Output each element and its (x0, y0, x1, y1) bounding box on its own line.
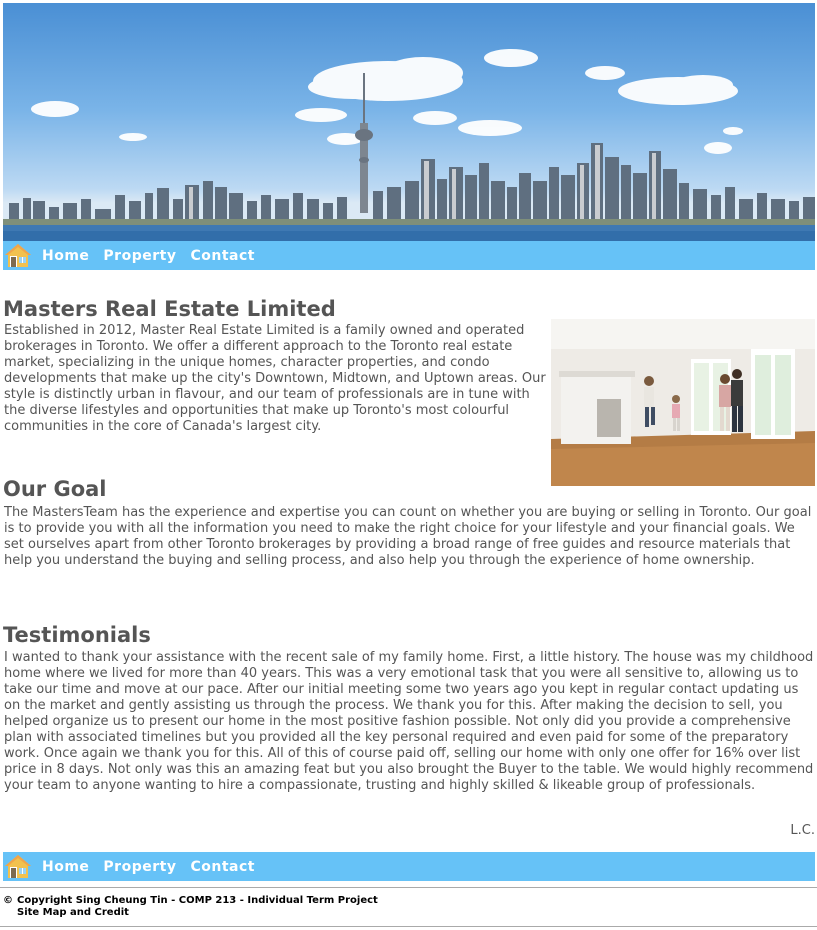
copyright-text: Copyright Sing Cheung Tin - COMP 213 - I… (17, 895, 378, 906)
goal-heading: Our Goal (3, 477, 107, 501)
footer-sitemap-link[interactable]: Site Map and Credit (17, 907, 817, 919)
family-photo (551, 319, 815, 486)
nav-link-property[interactable]: Property (103, 859, 176, 875)
page-title: Masters Real Estate Limited (3, 297, 336, 321)
testimonials-heading: Testimonials (3, 623, 151, 647)
top-nav: Home Property Contact (3, 241, 815, 270)
testimonial-signature: L.C. (790, 823, 815, 838)
nav-link-property[interactable]: Property (103, 248, 176, 264)
nav-link-contact[interactable]: Contact (190, 859, 255, 875)
testimonial-paragraph: I wanted to thank your assistance with t… (4, 650, 814, 793)
banner-image (3, 3, 815, 241)
house-icon[interactable] (4, 853, 32, 880)
goal-paragraph: The MastersTeam has the experience and e… (4, 505, 812, 568)
nav-link-home[interactable]: Home (42, 248, 89, 264)
house-icon[interactable] (4, 242, 32, 269)
footer: © Copyright Sing Cheung Tin - COMP 213 - … (0, 887, 817, 927)
nav-link-contact[interactable]: Contact (190, 248, 255, 264)
nav-link-home[interactable]: Home (42, 859, 89, 875)
page: Home Property Contact Masters Real Estat… (0, 3, 817, 927)
bottom-nav: Home Property Contact (3, 852, 815, 881)
footer-copyright: © Copyright Sing Cheung Tin - COMP 213 - … (3, 888, 817, 907)
intro-paragraph: Established in 2012, Master Real Estate … (4, 323, 546, 434)
copyright-symbol: © (3, 895, 13, 906)
